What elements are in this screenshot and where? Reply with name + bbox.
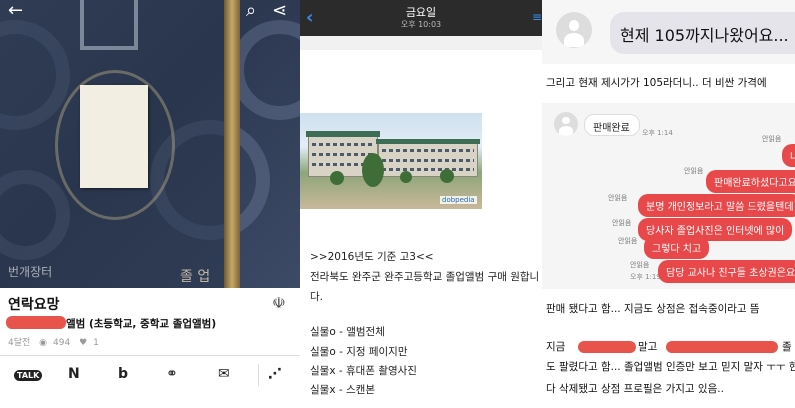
kakaotalk-icon[interactable]: TALK bbox=[14, 370, 43, 381]
mail-icon[interactable]: ✉ bbox=[218, 366, 230, 382]
chat-line: 실물o - 지정 페이지만 bbox=[310, 346, 408, 358]
timestamp: 오후 1:19 bbox=[630, 273, 661, 281]
heart-icon: ♥ bbox=[79, 338, 88, 348]
chat-line: 다. bbox=[310, 291, 323, 303]
share-icon[interactable]: ⋰ bbox=[268, 366, 282, 382]
album-spine bbox=[224, 0, 240, 288]
view-count: 494 bbox=[53, 338, 71, 348]
message-bubble: 분명 개인정보라고 말씀 드렸을텐데 bbox=[638, 194, 795, 217]
time-ago: 4달전 bbox=[8, 338, 31, 348]
chat-header: ‹ 금요일 오후 10:03 ≡ bbox=[300, 0, 542, 36]
redaction bbox=[6, 316, 66, 329]
unread-label: 안읽음 bbox=[762, 135, 782, 143]
back-arrow-icon[interactable]: ← bbox=[8, 0, 23, 21]
band-icon[interactable]: b bbox=[118, 366, 128, 382]
share-row: TALK N b ⚭ ✉ ⋰ bbox=[0, 362, 300, 388]
menu-icon[interactable]: ≡ bbox=[532, 10, 542, 24]
image-logo: dobpedia bbox=[440, 196, 477, 204]
caption-line: 그리고 현재 제시가가 105라더니.. 더 비싼 가격에 bbox=[546, 77, 767, 89]
screenshot-collage: 번개장터 졸 업 ← ⌕ ⋖ 연락요망 ☫ 앨범 (초등학교, 중학교 졸업앨범… bbox=[0, 0, 795, 408]
chat-line: 전라북도 완주군 완주고등학교 졸업앨범 구매 원합니 bbox=[310, 271, 540, 283]
listing-stats: 4달전 ◉ 494 ♥ 1 bbox=[8, 335, 105, 348]
caption-line: 다 삭제됐고 상점 프로필은 가지고 있음.. bbox=[546, 383, 724, 395]
shop-icon[interactable]: ☫ bbox=[272, 294, 285, 312]
listing-title: 연락요망 bbox=[8, 297, 60, 313]
school-photo: dobpedia bbox=[300, 113, 482, 209]
chat-panel: ‹ 금요일 오후 10:03 ≡ dobpedia >>2016년도 기준 고3… bbox=[300, 0, 542, 408]
caption-line: 도 팔렸다고 함... 졸업앨범 인증만 보고 믿지 말자 ㅜㅜ 현 bbox=[546, 361, 795, 373]
caption-line: 판매 됐다고 함... 지금도 상점은 접속중이라고 뜸 bbox=[546, 303, 760, 315]
message-bubble: 담당 교사나 친구들 초상권은요 bbox=[658, 260, 795, 283]
caption-line: 지금 bbox=[546, 341, 566, 353]
chat-line: >>2016년도 기준 고3<< bbox=[310, 251, 434, 263]
share-icon[interactable]: ⋖ bbox=[272, 0, 287, 21]
link-icon[interactable]: ⚭ bbox=[166, 366, 178, 382]
timestamp: 오후 1:14 bbox=[642, 129, 673, 137]
redaction bbox=[666, 341, 778, 353]
unread-label: 안읽음 bbox=[618, 237, 638, 245]
album-photo: 번개장터 졸 업 ← ⌕ ⋖ bbox=[0, 0, 300, 288]
message-bubble: 나 bbox=[782, 144, 795, 167]
chat-title: 금요일 bbox=[405, 6, 437, 19]
chat-time: 오후 10:03 bbox=[400, 20, 442, 29]
divider bbox=[258, 364, 259, 386]
caption-line: 말고 bbox=[638, 341, 658, 353]
listing-subtitle: 앨범 (초등학교, 중학교 졸업앨범) bbox=[66, 318, 217, 330]
blank-card bbox=[80, 85, 148, 188]
search-icon[interactable]: ⌕ bbox=[246, 0, 256, 21]
album-emblem bbox=[80, 0, 138, 50]
message-bubble: 판매완료 bbox=[584, 114, 640, 136]
message-bubble: 현제 105까지나왔어요... bbox=[610, 12, 795, 54]
redaction bbox=[578, 341, 636, 353]
avatar bbox=[556, 12, 592, 48]
caption-line: 졸 bbox=[782, 341, 792, 353]
unread-label: 안읽음 bbox=[612, 219, 632, 227]
unread-label: 안읽음 bbox=[630, 261, 650, 269]
listing-panel: 번개장터 졸 업 ← ⌕ ⋖ 연락요망 ☫ 앨범 (초등학교, 중학교 졸업앨범… bbox=[0, 0, 300, 408]
messages-panel: 현제 105까지나왔어요... 그리고 현재 제시가가 105라더니.. 더 비… bbox=[542, 0, 795, 408]
chat-line: 실물x - 스캔본 bbox=[310, 384, 375, 396]
watermark: 번개장터 bbox=[8, 265, 53, 279]
chat-line: 실물x - 휴대폰 촬영사진 bbox=[310, 365, 417, 377]
message-bubble: 판매완료하셨다고요 bbox=[706, 170, 795, 193]
message-bubble: 그렇다 치고 bbox=[644, 236, 710, 259]
eye-icon: ◉ bbox=[39, 338, 48, 348]
like-count: 1 bbox=[93, 338, 99, 348]
cover-text: 졸 업 bbox=[180, 269, 211, 285]
avatar bbox=[554, 112, 578, 136]
unread-label: 안읽음 bbox=[608, 194, 628, 202]
naver-icon[interactable]: N bbox=[68, 366, 80, 382]
divider bbox=[0, 355, 300, 356]
message-screenshot: 현제 105까지나왔어요... bbox=[542, 0, 795, 64]
unread-label: 안읽음 bbox=[684, 167, 704, 175]
chat-line: 실물o - 앨범전체 bbox=[310, 326, 385, 338]
